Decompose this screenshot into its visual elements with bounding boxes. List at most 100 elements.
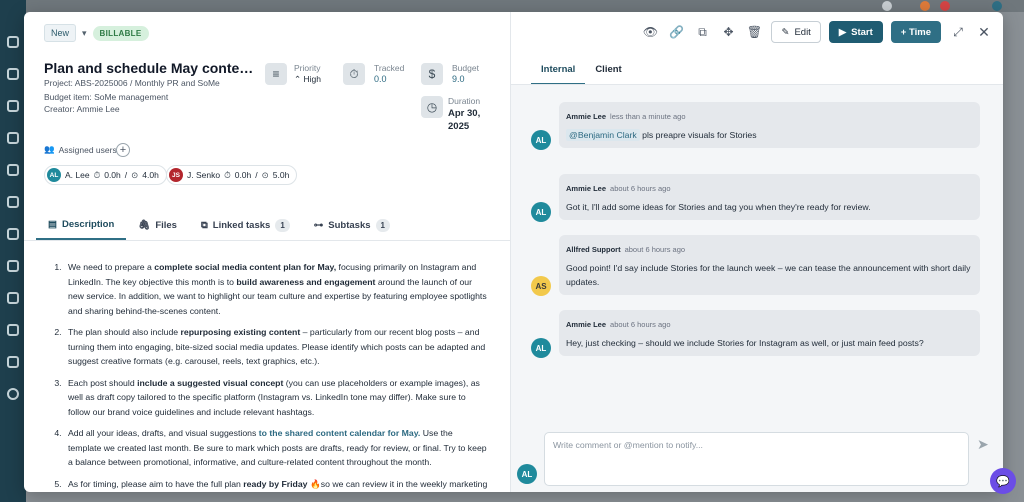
comment-author: Ammie Lee	[566, 112, 607, 121]
comment-thread: AL Ammie Lee less than a minute ago @Benj…	[511, 85, 1003, 492]
link-icon[interactable]: 🔗	[667, 23, 685, 41]
priority-label: Priority	[294, 63, 321, 73]
add-time-button[interactable]: + Time	[890, 21, 941, 43]
chat-support-button[interactable]: 💬	[990, 468, 1016, 494]
task-title[interactable]: Plan and schedule May content for I...	[44, 60, 256, 76]
send-icon[interactable]: ➤	[977, 436, 989, 453]
description-text: We need to prepare a	[68, 262, 155, 272]
start-button[interactable]: ▶ Start	[828, 21, 883, 43]
mention-link[interactable]: @Benjamin Clark	[566, 129, 640, 141]
duration-year: 2025	[448, 121, 470, 132]
description-text: include a suggested visual concept	[137, 377, 284, 388]
budget-icon: ⊙	[261, 169, 269, 180]
duration-value[interactable]: Apr 30, 2025	[448, 107, 480, 133]
description-text[interactable]: to the shared content calendar for May.	[259, 428, 421, 438]
tab-files[interactable]: 🖇 Files	[126, 210, 189, 240]
notification-dot-icon	[920, 1, 930, 11]
expand-icon[interactable]: ⤢	[949, 23, 967, 41]
folder-icon	[7, 196, 19, 208]
status-badge[interactable]: New	[44, 24, 77, 42]
comment-input[interactable]: Write comment or @mention to notify...	[544, 432, 969, 486]
task-header-badges: New ▾ BILLABLE	[44, 24, 149, 42]
dollar-icon: $	[421, 63, 443, 85]
comment-body: pls preapre visuals for Stories	[639, 130, 757, 140]
assigned-user-chip[interactable]: JS J. Senko ⏱ 0.0h / ⊙ 5.0h	[166, 165, 298, 185]
add-user-button[interactable]: +	[116, 143, 130, 157]
settings-dot-icon	[882, 1, 892, 11]
assigned-user-chip[interactable]: AL A. Lee ⏱ 0.0h / ⊙ 4.0h	[44, 165, 167, 185]
users-icon: 👥	[44, 144, 55, 154]
subtasks-icon: ⊶	[313, 219, 324, 231]
play-icon: ▶	[838, 26, 847, 38]
budget-value: 9.0	[452, 74, 465, 84]
move-icon[interactable]: ✥	[719, 23, 737, 41]
tab-description-label: Description	[61, 218, 115, 230]
assigned-users-label: 👥 Assigned users	[44, 144, 117, 155]
comment: Ammie Lee about 6 hours ago Hey, just che…	[559, 310, 980, 356]
avatar: AS	[531, 276, 551, 296]
tab-client[interactable]: Client	[585, 60, 631, 85]
tab-subtasks-label: Subtasks	[328, 219, 371, 231]
trash-icon[interactable]: 🗑	[745, 23, 763, 41]
separator: /	[124, 170, 128, 180]
chart-icon	[7, 324, 19, 336]
description-text: build awareness and engagement	[236, 276, 376, 287]
dashboard-icon	[7, 36, 19, 48]
box-icon	[7, 356, 19, 368]
chevron-up-icon: ⌃	[294, 74, 302, 84]
description-text: complete social media content plan for M…	[154, 262, 337, 272]
eye-icon[interactable]: 👁	[641, 23, 659, 41]
comment-author: Ammie Lee	[566, 184, 607, 193]
grid-icon	[7, 132, 19, 144]
billable-badge: BILLABLE	[92, 25, 149, 41]
task-creator: Creator: Ammie Lee	[44, 104, 120, 114]
comment-text: Got it, I'll add some ideas for Stories …	[566, 202, 871, 212]
comment-text: Hey, just checking – should we include S…	[566, 338, 924, 348]
edit-button[interactable]: ✎ Edit	[771, 21, 821, 43]
doc-icon	[7, 292, 19, 304]
tab-subtasks[interactable]: ⊶ Subtasks 1	[302, 210, 402, 240]
clock-icon: ◷	[421, 96, 443, 118]
description-text: 🔥so we can review it in the weekly marke…	[307, 478, 488, 489]
comment-time: less than a minute ago	[610, 112, 686, 121]
user-budget: 5.0h	[272, 170, 290, 180]
linked-count-badge: 1	[275, 218, 290, 232]
chat-icon: 💬	[996, 475, 1010, 488]
budget-label: Budget	[452, 63, 479, 73]
tab-linked-tasks[interactable]: ⧉ Linked tasks 1	[189, 210, 302, 240]
copy-icon[interactable]: ⧉	[693, 23, 711, 41]
comment-time: about 6 hours ago	[610, 184, 671, 193]
user-icon	[7, 388, 19, 400]
user-dot-icon	[992, 1, 1002, 11]
paperclip-icon: 🖇	[138, 219, 151, 231]
description-text: Each post should	[68, 377, 138, 388]
description-list: We need to prepare a complete social med…	[48, 260, 488, 491]
close-icon[interactable]: ✕	[975, 23, 993, 41]
chevron-down-icon[interactable]: ▾	[82, 28, 87, 39]
duration-date: Apr 30,	[448, 108, 481, 119]
user-budget: 4.0h	[142, 170, 159, 180]
comment: Allfred Support about 6 hours ago Good po…	[559, 235, 980, 295]
budget-icon: ⊙	[131, 169, 139, 180]
layers-icon	[7, 100, 19, 112]
avatar: AL	[531, 338, 551, 358]
description-item: Each post should include a suggested vis…	[64, 376, 488, 420]
tab-description[interactable]: ▤ Description	[36, 210, 127, 240]
background-topbar	[26, 0, 1024, 12]
comment-text: Good point! I'd say include Stories for …	[566, 263, 971, 287]
description-item: As for timing, please aim to have the fu…	[64, 477, 488, 492]
detail-tabs: ▤ Description 🖇 Files ⧉ Linked tasks 1 ⊶…	[36, 210, 402, 240]
separator: /	[255, 170, 258, 180]
priority-value[interactable]: ⌃ High	[294, 73, 321, 86]
task-budget-item: Budget item: SoMe management	[44, 92, 169, 102]
comment-time: about 6 hours ago	[624, 245, 686, 254]
avatar: AL	[531, 202, 551, 222]
calendar-icon	[7, 164, 19, 176]
description-item: The plan should also include repurposing…	[64, 325, 488, 369]
user-tracked: 0.0h	[234, 170, 252, 180]
avatar: AL	[47, 168, 61, 182]
description-text: The plan should also include	[68, 327, 181, 337]
comment-tabs: Internal Client	[531, 60, 632, 85]
tab-internal[interactable]: Internal	[531, 60, 586, 85]
background-sidebar	[0, 0, 26, 502]
